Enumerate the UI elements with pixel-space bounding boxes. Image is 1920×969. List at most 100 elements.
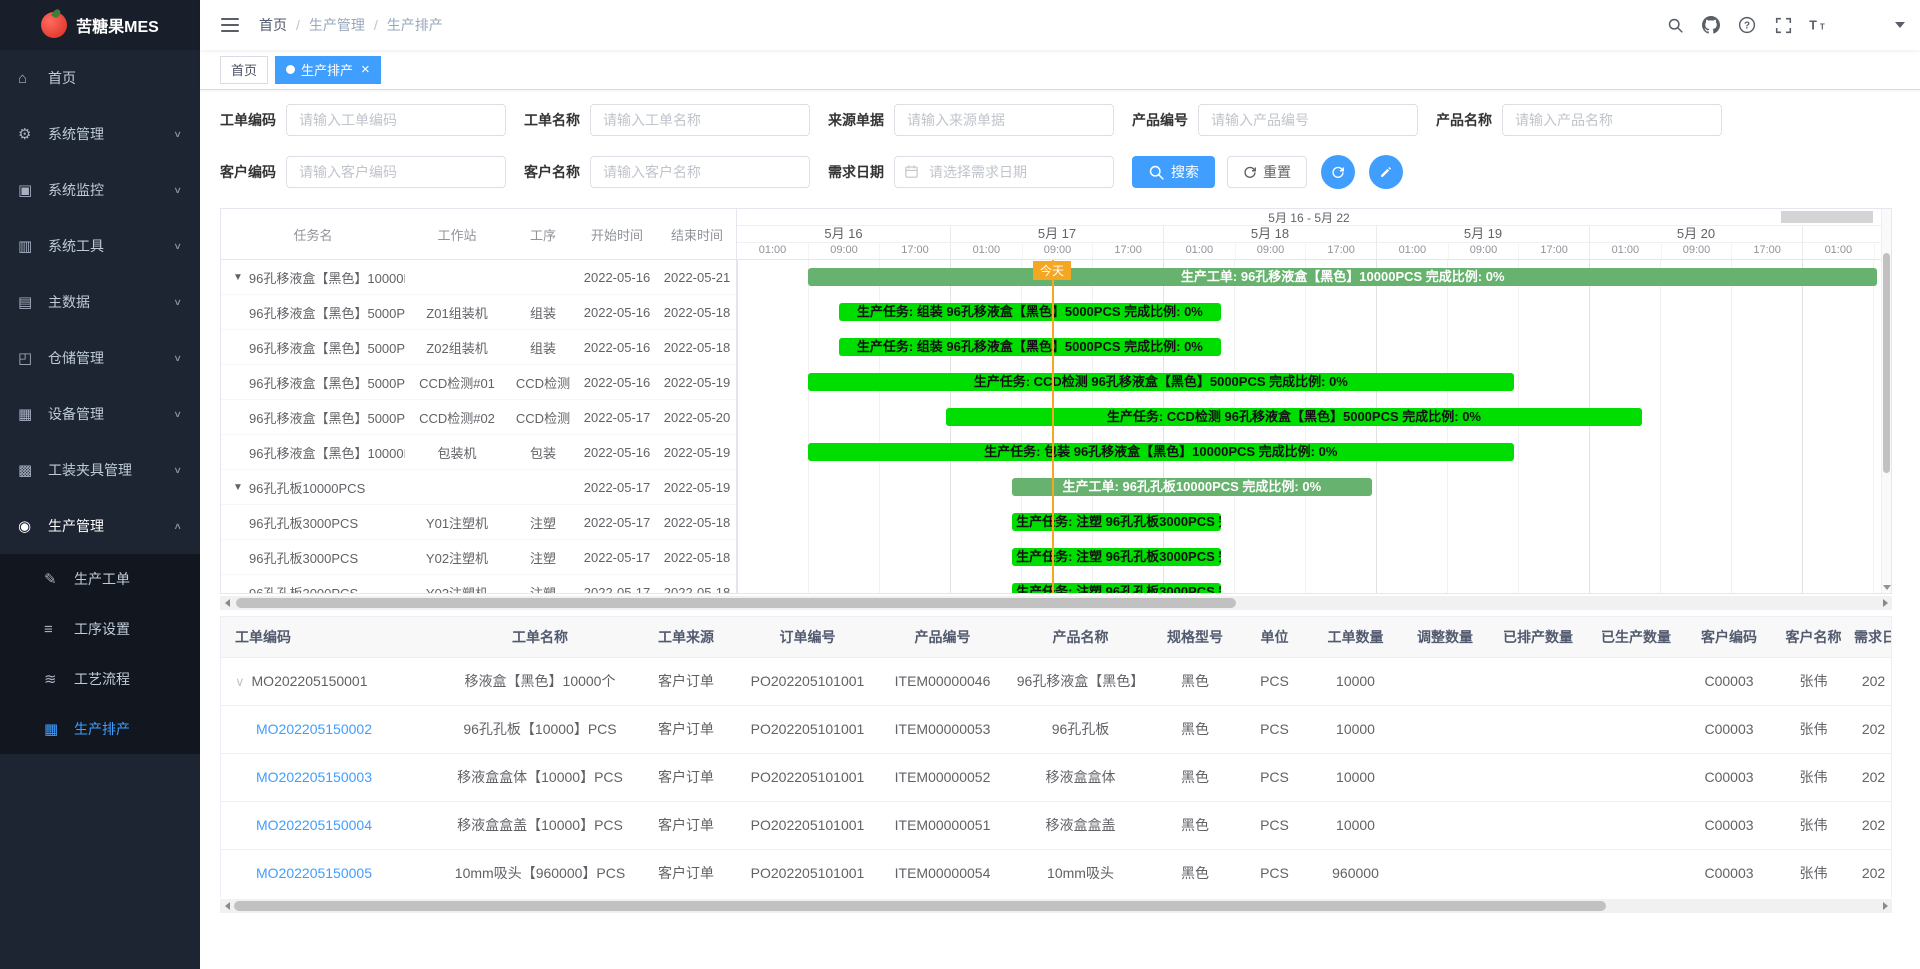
filter-input[interactable]	[286, 156, 506, 188]
breadcrumb-item[interactable]: 首页	[259, 15, 287, 35]
hamburger-icon[interactable]	[215, 12, 245, 38]
table-cell: 10000	[1310, 801, 1401, 849]
filter-input[interactable]	[286, 104, 506, 136]
gantt-column-header: 工作站	[405, 225, 509, 244]
table-row[interactable]: MO20220515000510mm吸头【960000】PCS客户订单PO202…	[221, 849, 1892, 897]
gantt-task-row[interactable]: 96孔孔板3000PCSY03注塑机注塑2022-05-172022-05-18	[221, 575, 736, 593]
sidebar-item-system-admin[interactable]: ⚙系统管理∨	[0, 106, 200, 162]
vertical-scrollbar-thumb[interactable]	[1883, 253, 1890, 473]
table-cell	[1489, 753, 1587, 801]
table-cell: 客户订单	[632, 657, 740, 705]
gantt-task-bar[interactable]: 生产任务: 包装 96孔移液盒【黑色】10000PCS 完成比例: 0%	[808, 443, 1514, 461]
sidebar-item-label: 主数据	[48, 292, 173, 312]
order-code-link[interactable]: MO202205150002	[256, 721, 372, 737]
gantt-task-row[interactable]: 96孔移液盒【黑色】5000PCSZ01组装机组装2022-05-162022-…	[221, 295, 736, 330]
reset-button[interactable]: 重置	[1227, 156, 1307, 188]
gantt-task-bar[interactable]: 生产任务: 注塑 96孔孔板3000PCS 完成比例: 0%	[1012, 583, 1221, 593]
table-row[interactable]: MO202205150004移液盒盒盖【10000】PCS客户订单PO20220…	[221, 801, 1892, 849]
gantt-task-bar[interactable]: 生产任务: 注塑 96孔孔板3000PCS 完成比例: 0%	[1012, 513, 1221, 531]
gantt-task-bar[interactable]: 生产任务: 注塑 96孔孔板3000PCS 完成比例: 0%	[1012, 548, 1221, 566]
gantt-chart-body: 今天 生产工单: 96孔移液盒【黑色】10000PCS 完成比例: 0%生产任务…	[737, 260, 1881, 593]
sidebar-item-work-order[interactable]: ✎生产工单	[0, 554, 200, 604]
scroll-right-arrow-icon[interactable]	[1878, 899, 1892, 913]
table-row[interactable]: MO202205150003移液盒盒体【10000】PCS客户订单PO20220…	[221, 753, 1892, 801]
table-cell: PCS	[1239, 705, 1310, 753]
gantt-task-row[interactable]: 96孔移液盒【黑色】5000PCSCCD检测#02CCD检测2022-05-17…	[221, 400, 736, 435]
table-cell: C00003	[1685, 801, 1773, 849]
gantt-task-row[interactable]: ▼96孔移液盒【黑色】10000PCS2022-05-162022-05-21	[221, 260, 736, 295]
row-expand-chevron-icon[interactable]: ∨	[235, 674, 245, 689]
caret-expand-icon[interactable]: ▼	[233, 482, 243, 493]
sidebar-item-process-settings[interactable]: ≡工序设置	[0, 604, 200, 654]
tab-home[interactable]: 首页	[220, 56, 268, 84]
gantt-task-row[interactable]: 96孔孔板3000PCSY01注塑机注塑2022-05-172022-05-18	[221, 505, 736, 540]
sidebar-item-scheduling[interactable]: ▦生产排产	[0, 704, 200, 754]
gantt-horizontal-scrollbar[interactable]	[220, 596, 1892, 610]
filter-input[interactable]	[1198, 104, 1418, 136]
filter-input[interactable]	[590, 156, 810, 188]
order-code-link[interactable]: MO202205150005	[256, 865, 372, 881]
sidebar-menu: ⌂首页⚙系统管理∨▣系统监控∨▥系统工具∨▤主数据∨◰仓储管理∨▦设备管理∨▩工…	[0, 50, 200, 754]
sidebar-item-system-tools[interactable]: ▥系统工具∨	[0, 218, 200, 274]
top-navbar: 首页/生产管理/生产排产 ?TT	[200, 0, 1920, 50]
gantt-task-name: 96孔移液盒【黑色】10000PCS	[249, 268, 405, 287]
gantt-task-row[interactable]: 96孔移液盒【黑色】10000PCS包装机包装2022-05-162022-05…	[221, 435, 736, 470]
refresh-circle-button[interactable]	[1321, 155, 1355, 189]
scroll-right-arrow-icon[interactable]	[1878, 596, 1892, 610]
sidebar-item-system-monitor[interactable]: ▣系统监控∨	[0, 162, 200, 218]
order-code-link[interactable]: MO202205150001	[252, 673, 368, 689]
scroll-left-arrow-icon[interactable]	[220, 899, 234, 913]
caret-expand-icon[interactable]: ▼	[233, 272, 243, 283]
horizontal-scrollbar-thumb[interactable]	[234, 901, 1606, 911]
gantt-task-bar[interactable]: 生产任务: 组装 96孔移液盒【黑色】5000PCS 完成比例: 0%	[839, 303, 1221, 321]
horizontal-scrollbar-thumb[interactable]	[236, 598, 1236, 608]
table-cell: ITEM00000052	[875, 753, 1010, 801]
gantt-task-row[interactable]: ▼96孔孔板10000PCS2022-05-172022-05-19	[221, 470, 736, 505]
sidebar-item-label: 系统监控	[48, 180, 173, 200]
gantt-order-bar[interactable]: 生产工单: 96孔孔板10000PCS 完成比例: 0%	[1012, 478, 1371, 496]
sidebar-item-production[interactable]: ◉生产管理∧	[0, 498, 200, 554]
sidebar-item-home[interactable]: ⌂首页	[0, 50, 200, 106]
search-icon[interactable]	[1657, 0, 1693, 50]
filter-input[interactable]	[1502, 104, 1722, 136]
table-row[interactable]: ∨MO202205150001移液盒【黑色】10000个客户订单PO202205…	[221, 657, 1892, 705]
breadcrumb-item[interactable]: 生产管理	[309, 15, 365, 35]
timeline-slider-handle[interactable]	[1781, 211, 1873, 223]
gantt-task-row[interactable]: 96孔移液盒【黑色】5000PCSZ02组装机组装2022-05-162022-…	[221, 330, 736, 365]
table-cell: 移液盒盒体【10000】PCS	[448, 753, 632, 801]
gantt-task-row[interactable]: 96孔移液盒【黑色】5000PCSCCD检测#01CCD检测2022-05-16…	[221, 365, 736, 400]
fullscreen-icon[interactable]	[1765, 0, 1801, 50]
gantt-task-bar[interactable]: 生产任务: CCD检测 96孔移液盒【黑色】5000PCS 完成比例: 0%	[808, 373, 1514, 391]
user-avatar[interactable]	[1847, 5, 1905, 45]
sidebar-item-warehouse[interactable]: ◰仓储管理∨	[0, 330, 200, 386]
table-cell: C00003	[1685, 849, 1773, 897]
scroll-down-arrow-icon[interactable]	[1882, 585, 1892, 590]
gantt-task-row[interactable]: 96孔孔板3000PCSY02注塑机注塑2022-05-172022-05-18	[221, 540, 736, 575]
filter-input[interactable]	[590, 104, 810, 136]
breadcrumb-item[interactable]: 生产排产	[387, 15, 443, 35]
sidebar-item-process-flow[interactable]: ≋工艺流程	[0, 654, 200, 704]
demand-date-input[interactable]	[894, 156, 1114, 188]
table-horizontal-scrollbar[interactable]	[220, 899, 1892, 913]
table-row[interactable]: MO20220515000296孔孔板【10000】PCS客户订单PO20220…	[221, 705, 1892, 753]
help-icon[interactable]: ?	[1729, 0, 1765, 50]
gantt-task-bar[interactable]: 生产任务: CCD检测 96孔移液盒【黑色】5000PCS 完成比例: 0%	[946, 408, 1643, 426]
order-code-link[interactable]: MO202205150004	[256, 817, 372, 833]
sidebar-item-fixtures[interactable]: ▩工装夹具管理∨	[0, 442, 200, 498]
order-code-link[interactable]: MO202205150003	[256, 769, 372, 785]
github-icon[interactable]	[1693, 0, 1729, 50]
sidebar-item-master-data[interactable]: ▤主数据∨	[0, 274, 200, 330]
filter-input[interactable]	[894, 104, 1114, 136]
sidebar-item-equipment[interactable]: ▦设备管理∨	[0, 386, 200, 442]
close-icon[interactable]: ×	[361, 62, 370, 77]
main-area: 首页/生产管理/生产排产 ?TT 首页生产排产× 工单编码工单名称来源单据产品编…	[200, 0, 1920, 969]
search-button[interactable]: 搜索	[1132, 156, 1215, 188]
gantt-order-bar[interactable]: 生产工单: 96孔移液盒【黑色】10000PCS 完成比例: 0%	[808, 268, 1877, 286]
scroll-left-arrow-icon[interactable]	[220, 596, 234, 610]
font-size-icon[interactable]: TT	[1801, 0, 1837, 50]
app-logo[interactable]: 苦糖果MES	[0, 0, 200, 50]
gantt-task-bar[interactable]: 生产任务: 组装 96孔移液盒【黑色】5000PCS 完成比例: 0%	[839, 338, 1221, 356]
edit-circle-button[interactable]	[1369, 155, 1403, 189]
tab-scheduling[interactable]: 生产排产×	[275, 56, 381, 84]
gantt-vertical-scrollbar[interactable]	[1881, 209, 1891, 593]
